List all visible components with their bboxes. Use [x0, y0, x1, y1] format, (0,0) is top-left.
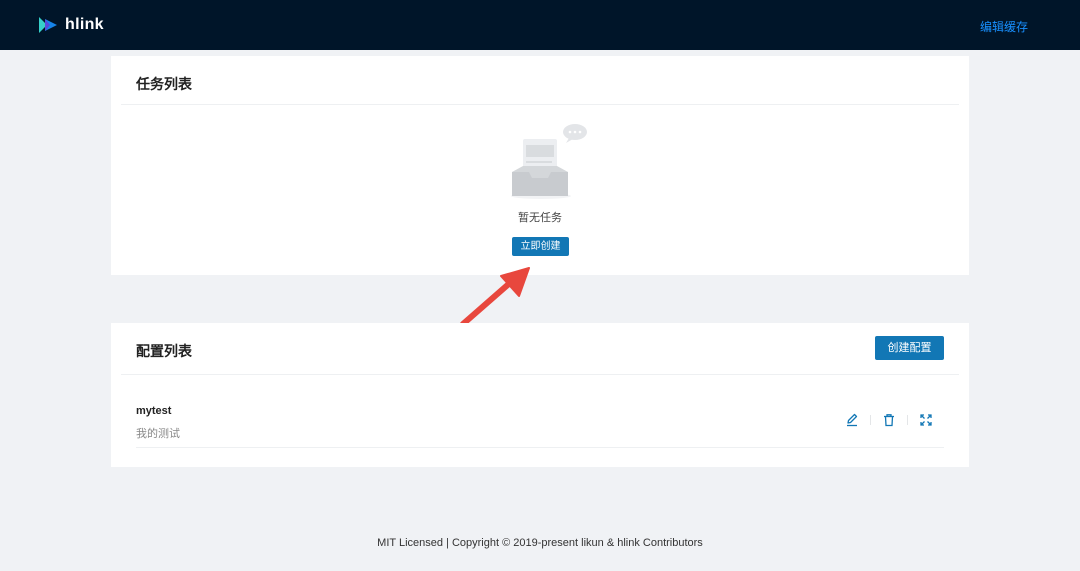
config-list-title: 配置列表 — [136, 343, 192, 359]
config-name: mytest — [136, 405, 172, 417]
edit-cache-link[interactable]: 编辑缓存 — [980, 18, 1028, 35]
edit-icon[interactable] — [845, 413, 859, 427]
app-name: hlink — [65, 16, 104, 33]
empty-state-text: 暂无任务 — [518, 212, 562, 224]
app-logo[interactable]: hlink — [38, 15, 104, 35]
create-config-button[interactable]: 创建配置 — [875, 336, 944, 360]
create-now-button[interactable]: 立即创建 — [512, 237, 569, 256]
action-divider — [870, 415, 871, 425]
empty-inbox-icon — [511, 124, 587, 199]
footer-text: MIT Licensed | Copyright © 2019-present … — [377, 537, 703, 549]
card-divider — [121, 104, 959, 105]
delete-icon[interactable] — [882, 413, 896, 427]
hlink-logo-icon — [39, 17, 57, 33]
config-row[interactable]: mytest 我的测试 — [136, 400, 944, 448]
action-divider — [907, 415, 908, 425]
expand-icon[interactable] — [919, 413, 933, 427]
task-list-title: 任务列表 — [136, 76, 192, 92]
row-actions — [834, 413, 944, 427]
task-list-card: 任务列表 暂无任务 立即创建 — [111, 56, 969, 275]
card-divider — [121, 374, 959, 375]
row-divider — [136, 447, 944, 448]
top-navbar: hlink 编辑缓存 — [0, 0, 1080, 50]
config-description: 我的测试 — [136, 428, 180, 440]
config-list-card: 配置列表 创建配置 mytest 我的测试 — [111, 323, 969, 467]
